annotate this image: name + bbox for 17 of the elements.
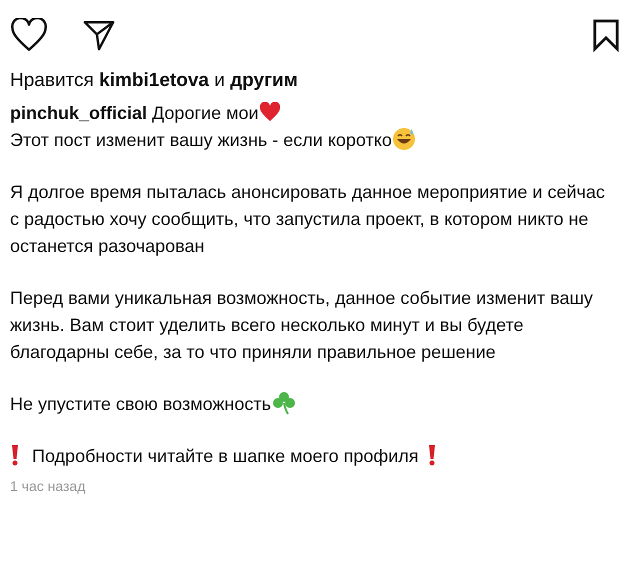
caption-text: Подробности читайте в шапке моего профиля <box>10 443 610 470</box>
timestamp: 1 час назад <box>10 477 86 496</box>
share-icon[interactable] <box>82 18 116 52</box>
likes-text: Нравится kimbi1etova и другим <box>10 69 299 93</box>
smiley-icon <box>392 127 416 151</box>
heart-icon <box>258 102 281 122</box>
caption-text: Я долгое время пыталась анонсировать данное мероприятие и сейчас с радостью хочу сообщить, что запустила проект, в котором никто не останется разочарован <box>10 181 606 258</box>
caption-text: Не упустите свою возможность <box>10 391 610 418</box>
bookmark-icon[interactable] <box>592 18 620 52</box>
caption-text: Этот пост изменит вашу жизнь - если коротко <box>10 127 610 154</box>
clover-icon <box>271 391 297 415</box>
username-link[interactable]: pinchuk_official <box>10 103 148 123</box>
caption-text: pinchuk_official Дорогие мои <box>10 100 610 127</box>
exclamation-icon <box>10 444 20 466</box>
exclamation-icon <box>426 444 437 466</box>
caption-text: Перед вами уникальная возможность, данное событие изменит вашу жизнь. Вам стоит уделить всего несколько минут и вы будете благодарны себе, за то что приняли правильное решение <box>10 287 594 364</box>
like-icon[interactable] <box>10 18 48 52</box>
